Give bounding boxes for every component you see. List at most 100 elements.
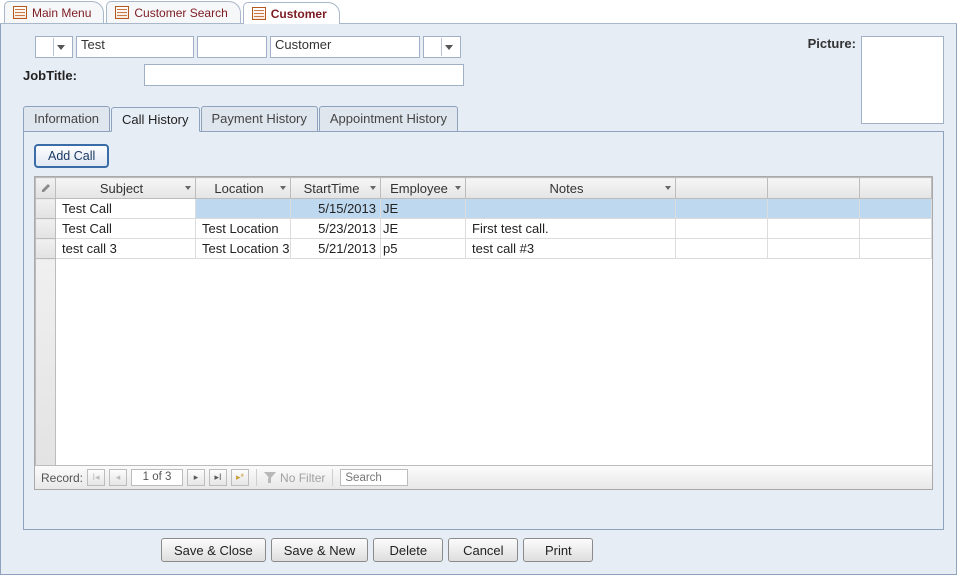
cell-extra[interactable]	[676, 239, 768, 259]
chevron-down-icon	[370, 186, 376, 190]
first-name-field[interactable]: Test	[76, 36, 194, 58]
col-extra-1[interactable]	[676, 178, 768, 199]
cancel-label: Cancel	[463, 543, 503, 558]
cell-extra[interactable]	[676, 199, 768, 219]
delete-button[interactable]: Delete	[373, 538, 443, 562]
table-row[interactable]: Test Call 5/15/2013 JE	[36, 199, 932, 219]
tab-payment-history[interactable]: Payment History	[201, 106, 318, 131]
form-icon	[115, 6, 129, 19]
document-tab-bar: Main Menu Customer Search Customer	[0, 0, 957, 24]
table-row[interactable]: Test Call Test Location 5/23/2013 JE Fir…	[36, 219, 932, 239]
cell-extra[interactable]	[768, 219, 860, 239]
col-notes-label: Notes	[550, 181, 584, 196]
cell-employee[interactable]: p5	[381, 239, 466, 259]
middle-name-field[interactable]	[197, 36, 267, 58]
detail-tab-control: Information Call History Payment History…	[23, 106, 944, 530]
tab-information-label: Information	[34, 111, 99, 126]
delete-label: Delete	[390, 543, 428, 558]
print-button[interactable]: Print	[523, 538, 593, 562]
last-name-value: Customer	[275, 37, 331, 52]
search-input[interactable]	[340, 469, 408, 486]
call-history-table: Subject Location StartTime Employee Note…	[35, 177, 932, 479]
table-row[interactable]: test call 3 Test Location 3 5/21/2013 p5…	[36, 239, 932, 259]
picture-label: Picture:	[808, 36, 856, 51]
jobtitle-field[interactable]	[144, 64, 464, 86]
cell-extra[interactable]	[860, 219, 932, 239]
tab-call-history[interactable]: Call History	[111, 107, 199, 132]
cell-location[interactable]: Test Location 3	[196, 239, 291, 259]
cell-location[interactable]	[196, 199, 291, 219]
record-navigator: Record: I◂ ◂ 1 of 3 ▸ ▸I ▸* No Filter	[35, 465, 932, 489]
print-label: Print	[545, 543, 572, 558]
jobtitle-row: JobTitle:	[1, 64, 956, 92]
tab-appointment-history[interactable]: Appointment History	[319, 106, 458, 131]
tab-customer-label: Customer	[271, 7, 327, 21]
cell-extra[interactable]	[860, 199, 932, 219]
tab-main-menu[interactable]: Main Menu	[4, 1, 104, 23]
tab-customer-search-label: Customer Search	[134, 6, 227, 20]
nav-prev-button[interactable]: ◂	[109, 469, 127, 486]
chevron-down-icon	[455, 186, 461, 190]
row-selector[interactable]	[36, 219, 56, 239]
cancel-button[interactable]: Cancel	[448, 538, 518, 562]
call-history-datasheet: Subject Location StartTime Employee Note…	[34, 176, 933, 490]
cell-employee[interactable]: JE	[381, 219, 466, 239]
col-start-time-label: StartTime	[304, 181, 360, 196]
form-button-row: Save & Close Save & New Delete Cancel Pr…	[1, 530, 956, 562]
cell-subject[interactable]: test call 3	[56, 239, 196, 259]
cell-notes[interactable]: First test call.	[466, 219, 676, 239]
chevron-down-icon	[441, 38, 456, 56]
col-employee[interactable]: Employee	[381, 178, 466, 199]
tab-main-menu-label: Main Menu	[32, 6, 91, 20]
add-call-button[interactable]: Add Call	[34, 144, 109, 168]
cell-extra[interactable]	[768, 239, 860, 259]
jobtitle-label: JobTitle:	[23, 68, 141, 83]
record-position[interactable]: 1 of 3	[131, 469, 183, 486]
nav-last-button[interactable]: ▸I	[209, 469, 227, 486]
form-icon	[252, 7, 266, 20]
cell-extra[interactable]	[768, 199, 860, 219]
cell-extra[interactable]	[676, 219, 768, 239]
col-extra-3[interactable]	[860, 178, 932, 199]
col-notes[interactable]: Notes	[466, 178, 676, 199]
form-icon	[13, 6, 27, 19]
chevron-down-icon	[665, 186, 671, 190]
save-new-button[interactable]: Save & New	[271, 538, 369, 562]
chevron-down-icon	[280, 186, 286, 190]
cell-employee[interactable]: JE	[381, 199, 466, 219]
select-all-corner[interactable]	[36, 178, 56, 199]
nav-first-button[interactable]: I◂	[87, 469, 105, 486]
col-start-time[interactable]: StartTime	[291, 178, 381, 199]
col-subject-label: Subject	[100, 181, 143, 196]
suffix-combo[interactable]	[423, 36, 461, 58]
col-location[interactable]: Location	[196, 178, 291, 199]
row-selector[interactable]	[36, 199, 56, 219]
nav-new-button[interactable]: ▸*	[231, 469, 249, 486]
cell-subject[interactable]: Test Call	[56, 199, 196, 219]
last-name-field[interactable]: Customer	[270, 36, 420, 58]
row-selector[interactable]	[36, 239, 56, 259]
tab-customer[interactable]: Customer	[243, 2, 340, 24]
cell-notes[interactable]	[466, 199, 676, 219]
cell-start-time[interactable]: 5/15/2013	[291, 199, 381, 219]
tab-information[interactable]: Information	[23, 106, 110, 131]
prefix-combo[interactable]	[35, 36, 73, 58]
call-history-panel: Add Call Subject Location StartTime Empl…	[23, 132, 944, 530]
cell-start-time[interactable]: 5/23/2013	[291, 219, 381, 239]
tab-customer-search[interactable]: Customer Search	[106, 1, 240, 23]
col-location-label: Location	[214, 181, 263, 196]
cell-start-time[interactable]: 5/21/2013	[291, 239, 381, 259]
cell-notes[interactable]: test call #3	[466, 239, 676, 259]
tab-payment-history-label: Payment History	[212, 111, 307, 126]
save-close-button[interactable]: Save & Close	[161, 538, 266, 562]
chevron-down-icon	[53, 38, 68, 56]
picture-box[interactable]	[861, 36, 944, 124]
col-extra-2[interactable]	[768, 178, 860, 199]
col-subject[interactable]: Subject	[56, 178, 196, 199]
cell-extra[interactable]	[860, 239, 932, 259]
nav-next-button[interactable]: ▸	[187, 469, 205, 486]
cell-subject[interactable]: Test Call	[56, 219, 196, 239]
cell-location[interactable]: Test Location	[196, 219, 291, 239]
customer-form: Test Customer JobTitle: Picture: Informa…	[0, 24, 957, 575]
pencil-icon	[41, 183, 51, 193]
